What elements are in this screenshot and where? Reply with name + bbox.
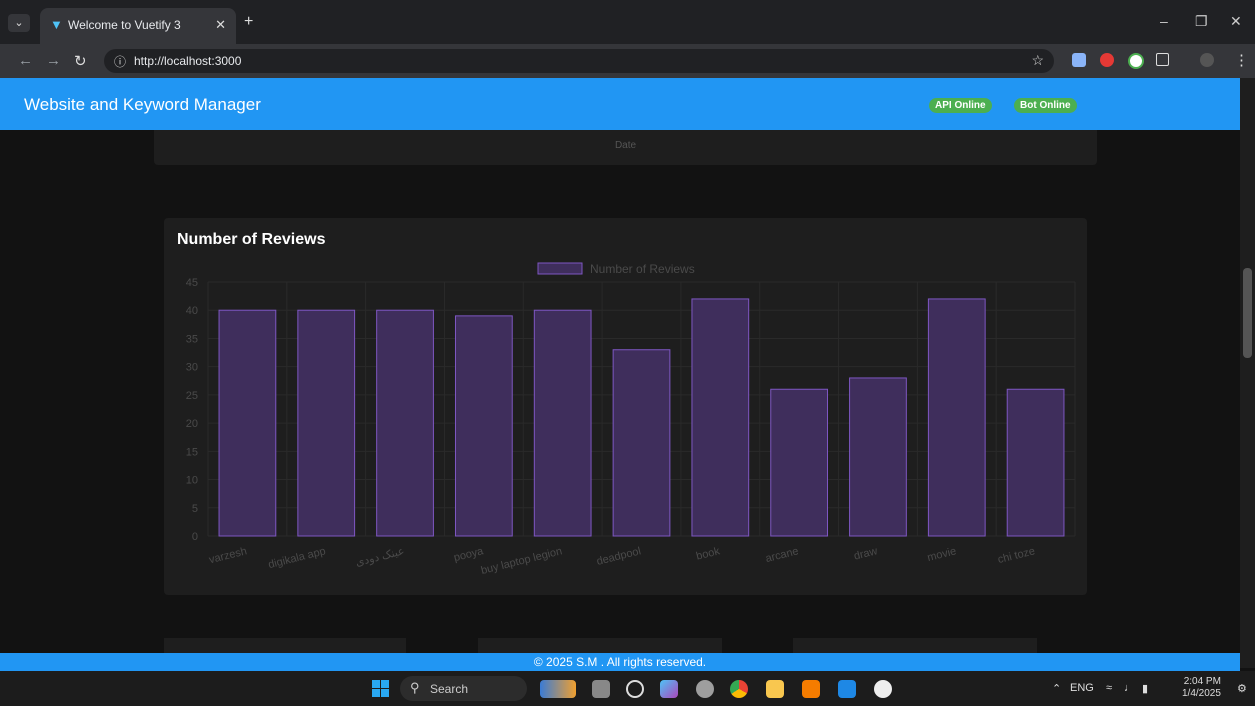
- notification-icon[interactable]: ⚙: [1237, 682, 1247, 695]
- next-card-2: [478, 638, 722, 653]
- copilot-icon[interactable]: [660, 680, 678, 698]
- y-tick-label: 0: [192, 531, 198, 543]
- settings-gear-icon[interactable]: [696, 680, 714, 698]
- site-info-icon[interactable]: ⓘ: [114, 53, 126, 70]
- y-tick-label: 5: [192, 503, 198, 515]
- x-tick-label: arcane: [764, 545, 800, 565]
- vscode-icon[interactable]: [838, 680, 856, 698]
- api-status-badge: API Online: [929, 98, 992, 113]
- windows-taskbar: ⚲ Search ⌃ ENG ≈ ♩ ▮ 2:04 PM 1/4/2025 ⚙: [0, 671, 1255, 706]
- y-tick-label: 35: [186, 333, 198, 345]
- main-content: Date Number of Reviews 0 5 10 15 20 25 30 35 40 4…: [0, 130, 1240, 653]
- red-extension-icon[interactable]: [1100, 53, 1114, 67]
- app-title: Website and Keyword Manager: [24, 95, 261, 114]
- address-bar[interactable]: ⓘ http://localhost:3000 ☆: [104, 49, 1054, 73]
- media-player-icon[interactable]: [626, 680, 644, 698]
- bar: [376, 309, 434, 537]
- task-view-icon[interactable]: [592, 680, 610, 698]
- y-tick-label: 25: [186, 390, 198, 402]
- y-tick-label: 40: [186, 305, 198, 317]
- x-tick-label: book: [695, 545, 722, 563]
- next-card-1: [164, 638, 406, 653]
- taskbar-search[interactable]: ⚲ Search: [400, 676, 527, 701]
- app-footer: © 2025 S.M . All rights reserved.: [0, 653, 1240, 671]
- x-tick-label: digikala app: [267, 545, 327, 571]
- reviews-chart-card: Number of Reviews 0 5 10 15 20 25 30 35 40 45 varz…: [164, 218, 1087, 595]
- bar: [612, 349, 671, 537]
- search-icon: ⚲: [410, 680, 420, 695]
- chrome-extension-icon[interactable]: [1128, 53, 1144, 69]
- tab-title: Welcome to Vuetify 3: [68, 18, 181, 32]
- bar: [218, 309, 277, 537]
- bar: [533, 309, 592, 537]
- legend-label: Number of Reviews: [590, 262, 695, 276]
- y-tick-label: 30: [186, 362, 198, 374]
- y-tick-label: 20: [186, 418, 198, 430]
- bar: [770, 388, 829, 537]
- bar: [691, 298, 750, 537]
- language-indicator[interactable]: ENG: [1070, 682, 1094, 694]
- x-tick-label: chi toze: [997, 545, 1037, 566]
- chrome-icon[interactable]: [730, 680, 748, 698]
- bookmark-star-icon[interactable]: ☆: [1031, 52, 1044, 69]
- bar: [454, 315, 513, 537]
- bar: [849, 377, 907, 537]
- browser-tab[interactable]: ▼ Welcome to Vuetify 3 ✕: [40, 8, 236, 44]
- chatgpt-icon[interactable]: [874, 680, 892, 698]
- x-tick-label: varzesh: [208, 545, 248, 566]
- tray-overflow-icon[interactable]: ⌃: [1052, 682, 1061, 695]
- x-tick-label: buy laptop legion: [480, 545, 564, 577]
- taskbar-clock[interactable]: 2:04 PM 1/4/2025: [1182, 676, 1221, 700]
- wifi-icon[interactable]: ≈: [1106, 682, 1112, 694]
- clock-time: 2:04 PM: [1183, 676, 1221, 687]
- file-explorer-icon[interactable]: [766, 680, 784, 698]
- x-tick-label: deadpool: [595, 545, 642, 568]
- volume-icon[interactable]: ♩: [1124, 682, 1135, 694]
- x-tick-label: movie: [926, 545, 957, 564]
- forward-icon[interactable]: →: [46, 52, 61, 69]
- y-tick-label: 15: [186, 446, 198, 458]
- previous-chart-x-axis-label: Date: [614, 140, 637, 151]
- bar: [1006, 388, 1065, 537]
- next-card-3: [793, 638, 1037, 653]
- url-text: http://localhost:3000: [134, 54, 242, 68]
- browser-menu-icon[interactable]: ⋮: [1234, 51, 1249, 69]
- app-bar: Website and Keyword Manager API Online B…: [0, 78, 1240, 130]
- previous-chart-card: Date: [154, 130, 1097, 165]
- windows-start-icon[interactable]: [372, 680, 389, 697]
- browser-toolbar: ← → ↻ ⓘ http://localhost:3000 ☆ ⋮: [0, 44, 1255, 78]
- minimize-icon[interactable]: –: [1160, 13, 1168, 29]
- widgets-icon[interactable]: [540, 680, 576, 698]
- y-tick-label: 10: [186, 475, 198, 487]
- y-tick-label: 45: [186, 277, 198, 289]
- taskbar-search-label: Search: [430, 682, 469, 696]
- scrollbar-thumb[interactable]: [1243, 268, 1252, 358]
- extensions-puzzle-icon[interactable]: [1156, 53, 1169, 66]
- profile-avatar[interactable]: [1200, 53, 1214, 67]
- shield-extension-icon[interactable]: [1072, 53, 1086, 67]
- page-scrollbar[interactable]: [1240, 78, 1255, 668]
- legend-swatch: [537, 262, 583, 275]
- back-icon[interactable]: ←: [18, 52, 33, 69]
- maximize-icon[interactable]: ❐: [1195, 13, 1208, 30]
- new-tab-icon[interactable]: +: [244, 13, 253, 31]
- x-tick-label: عینک دودی: [355, 545, 406, 569]
- reviews-bar-chart: 0 5 10 15 20 25 30 35 40 45 varzesh digikala app عین…: [186, 262, 1076, 577]
- app-orange-icon[interactable]: [802, 680, 820, 698]
- vuetify-logo-icon: ▼: [50, 17, 63, 32]
- bar: [297, 309, 356, 537]
- reload-icon[interactable]: ↻: [74, 52, 87, 70]
- tab-search-icon[interactable]: ⌄: [8, 14, 30, 32]
- x-tick-label: pooya: [453, 545, 486, 564]
- bar: [927, 298, 986, 537]
- x-tick-label: draw: [853, 545, 879, 562]
- clock-date: 1/4/2025: [1182, 688, 1221, 699]
- battery-icon[interactable]: ▮: [1142, 682, 1148, 695]
- bot-status-badge: Bot Online: [1014, 98, 1077, 113]
- window-close-icon[interactable]: ✕: [1230, 13, 1242, 30]
- tab-close-icon[interactable]: ✕: [215, 17, 226, 33]
- browser-tab-bar: ⌄ ▼ Welcome to Vuetify 3 ✕ + – ❐ ✕: [0, 0, 1255, 44]
